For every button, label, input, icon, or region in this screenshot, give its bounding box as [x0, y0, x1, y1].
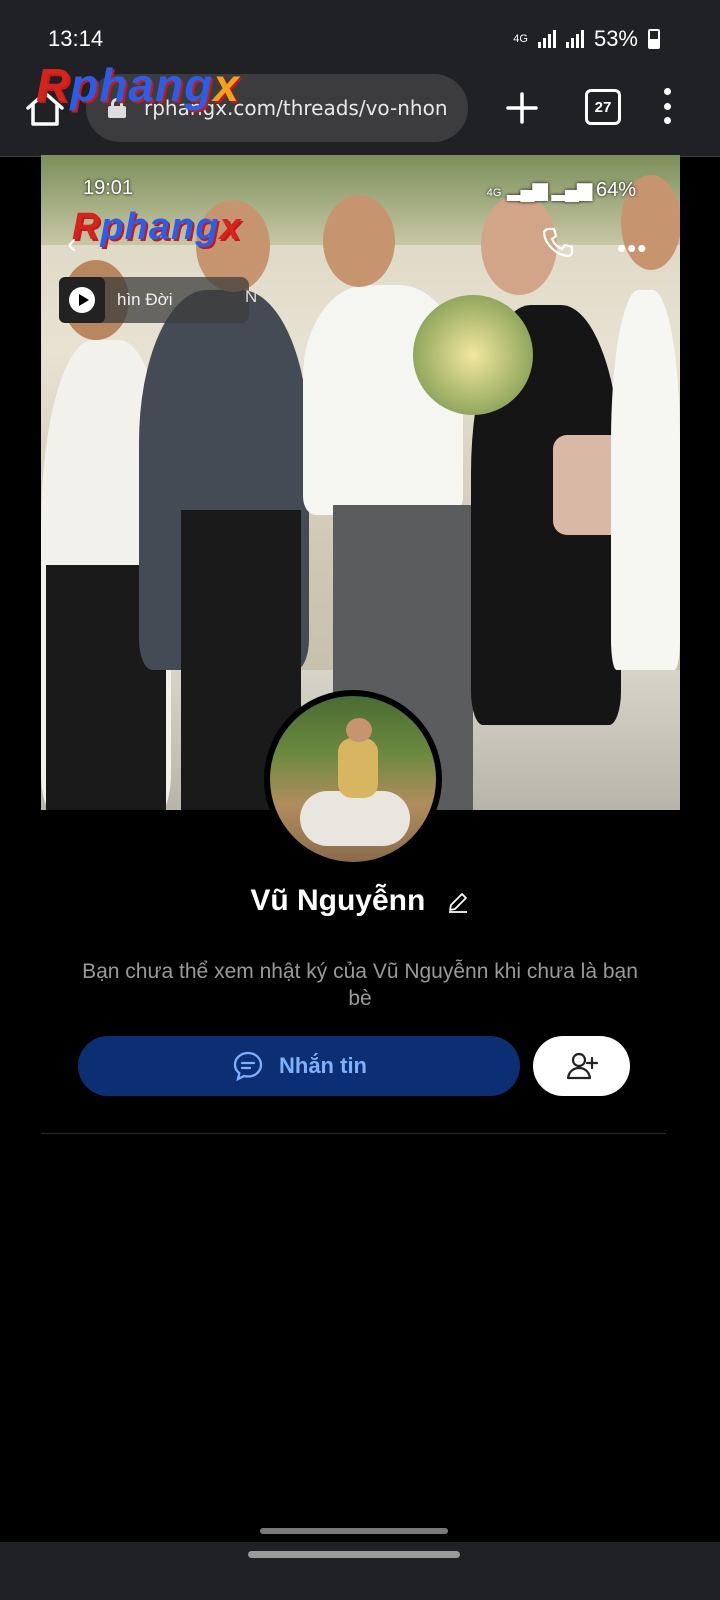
- motorbike: [300, 791, 410, 846]
- music-title-next: N: [245, 287, 258, 306]
- watermark-logo: Rphangx: [36, 59, 240, 111]
- profile-name: Vũ Nguyễnn: [250, 884, 426, 917]
- message-button[interactable]: Nhắn tin: [78, 1036, 520, 1096]
- inner-status-indicators: 4G ▂▄▆ ▂▄▆ 64%: [486, 179, 636, 201]
- more-menu-icon[interactable]: [662, 88, 672, 124]
- play-icon: [69, 287, 95, 313]
- message-button-label: Nhắn tin: [279, 1053, 367, 1078]
- watermark-logo-2: Rphangx: [72, 206, 242, 248]
- music-chip[interactable]: hìn Đời N: [59, 277, 257, 323]
- profile-name-row: Vũ Nguyễnn: [0, 884, 720, 918]
- privacy-notice: Bạn chưa thể xem nhật ký của Vũ Nguyễnn …: [82, 960, 638, 1010]
- chat-bubble-icon: [233, 1051, 263, 1082]
- tab-switcher-button[interactable]: 27: [585, 89, 621, 125]
- battery-icon: [648, 29, 660, 49]
- signal-icon-2: [565, 30, 584, 48]
- battery-percent: 53%: [593, 26, 638, 51]
- more-icon[interactable]: •••: [617, 233, 647, 264]
- network-type: 4G: [513, 33, 528, 45]
- tab-count: 27: [594, 98, 612, 116]
- inner-status-time: 19:01: [83, 177, 134, 199]
- phone-icon[interactable]: [541, 225, 575, 259]
- inner-gesture-bar: [260, 1528, 448, 1534]
- edit-pencil-icon[interactable]: [446, 890, 470, 914]
- profile-avatar[interactable]: [264, 690, 442, 868]
- gesture-handle[interactable]: [248, 1551, 460, 1558]
- music-thumbnail: [59, 277, 105, 323]
- add-friend-icon: [566, 1052, 598, 1080]
- music-title: hìn Đời: [117, 290, 173, 309]
- signal-icon: [537, 30, 556, 48]
- person-5: [611, 290, 680, 670]
- flower-bouquet: [413, 295, 533, 415]
- status-time: 13:14: [48, 26, 104, 51]
- new-tab-icon[interactable]: [502, 88, 542, 128]
- add-friend-button[interactable]: [533, 1036, 630, 1096]
- divider: [41, 1133, 666, 1134]
- status-indicators: 4G 53%: [513, 26, 660, 52]
